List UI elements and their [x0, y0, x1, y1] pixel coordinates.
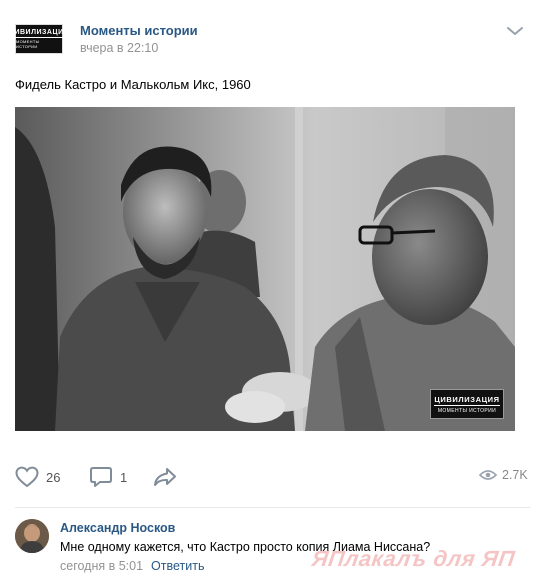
- group-avatar[interactable]: ЦИВИЛИЗАЦИЯ МОМЕНТЫ ИСТОРИИ: [8, 24, 70, 54]
- comment-time[interactable]: сегодня в 5:01: [60, 559, 143, 573]
- heart-icon: [15, 466, 39, 488]
- post-photo[interactable]: ЦИВИЛИЗАЦИЯ МОМЕНТЫ ИСТОРИИ: [15, 107, 515, 431]
- photo-watermark-line2: МОМЕНТЫ ИСТОРИИ: [437, 407, 497, 414]
- comment-meta: сегодня в 5:01 Ответить: [60, 559, 204, 573]
- post-header: ЦИВИЛИЗАЦИЯ МОМЕНТЫ ИСТОРИИ Моменты исто…: [0, 0, 545, 64]
- photo-watermark-line1: ЦИВИЛИЗАЦИЯ: [434, 394, 500, 406]
- avatar-illustration: [15, 519, 49, 553]
- site-watermark: ЯПлакалъ для ЯП: [310, 546, 517, 571]
- chevron-down-icon[interactable]: [505, 24, 525, 38]
- share-icon: [154, 468, 176, 486]
- comment-icon: [90, 467, 112, 487]
- group-avatar-line2: МОМЕНТЫ ИСТОРИИ: [16, 39, 40, 49]
- reply-button[interactable]: Ответить: [151, 559, 204, 573]
- share-button[interactable]: [152, 466, 178, 488]
- post-text: Фидель Кастро и Малькольм Икс, 1960: [15, 77, 251, 92]
- views-count: 2.7K: [502, 468, 528, 482]
- comment-author-link[interactable]: Александр Носков: [60, 521, 175, 535]
- post-time[interactable]: вчера в 22:10: [80, 41, 158, 55]
- divider: [15, 507, 530, 508]
- comment-count: 1: [120, 469, 128, 485]
- group-name-link[interactable]: Моменты истории: [80, 23, 198, 38]
- photo-watermark: ЦИВИЛИЗАЦИЯ МОМЕНТЫ ИСТОРИИ: [430, 389, 504, 419]
- eye-icon: [479, 470, 497, 480]
- comment-author-avatar[interactable]: [15, 519, 49, 553]
- comment-button[interactable]: 1: [89, 466, 127, 488]
- views-counter: 2.7K: [479, 468, 528, 482]
- like-count: 26: [46, 469, 61, 485]
- group-avatar-line1: ЦИВИЛИЗАЦИЯ: [8, 29, 70, 38]
- photo-illustration: [15, 107, 515, 431]
- like-button[interactable]: 26: [15, 466, 60, 488]
